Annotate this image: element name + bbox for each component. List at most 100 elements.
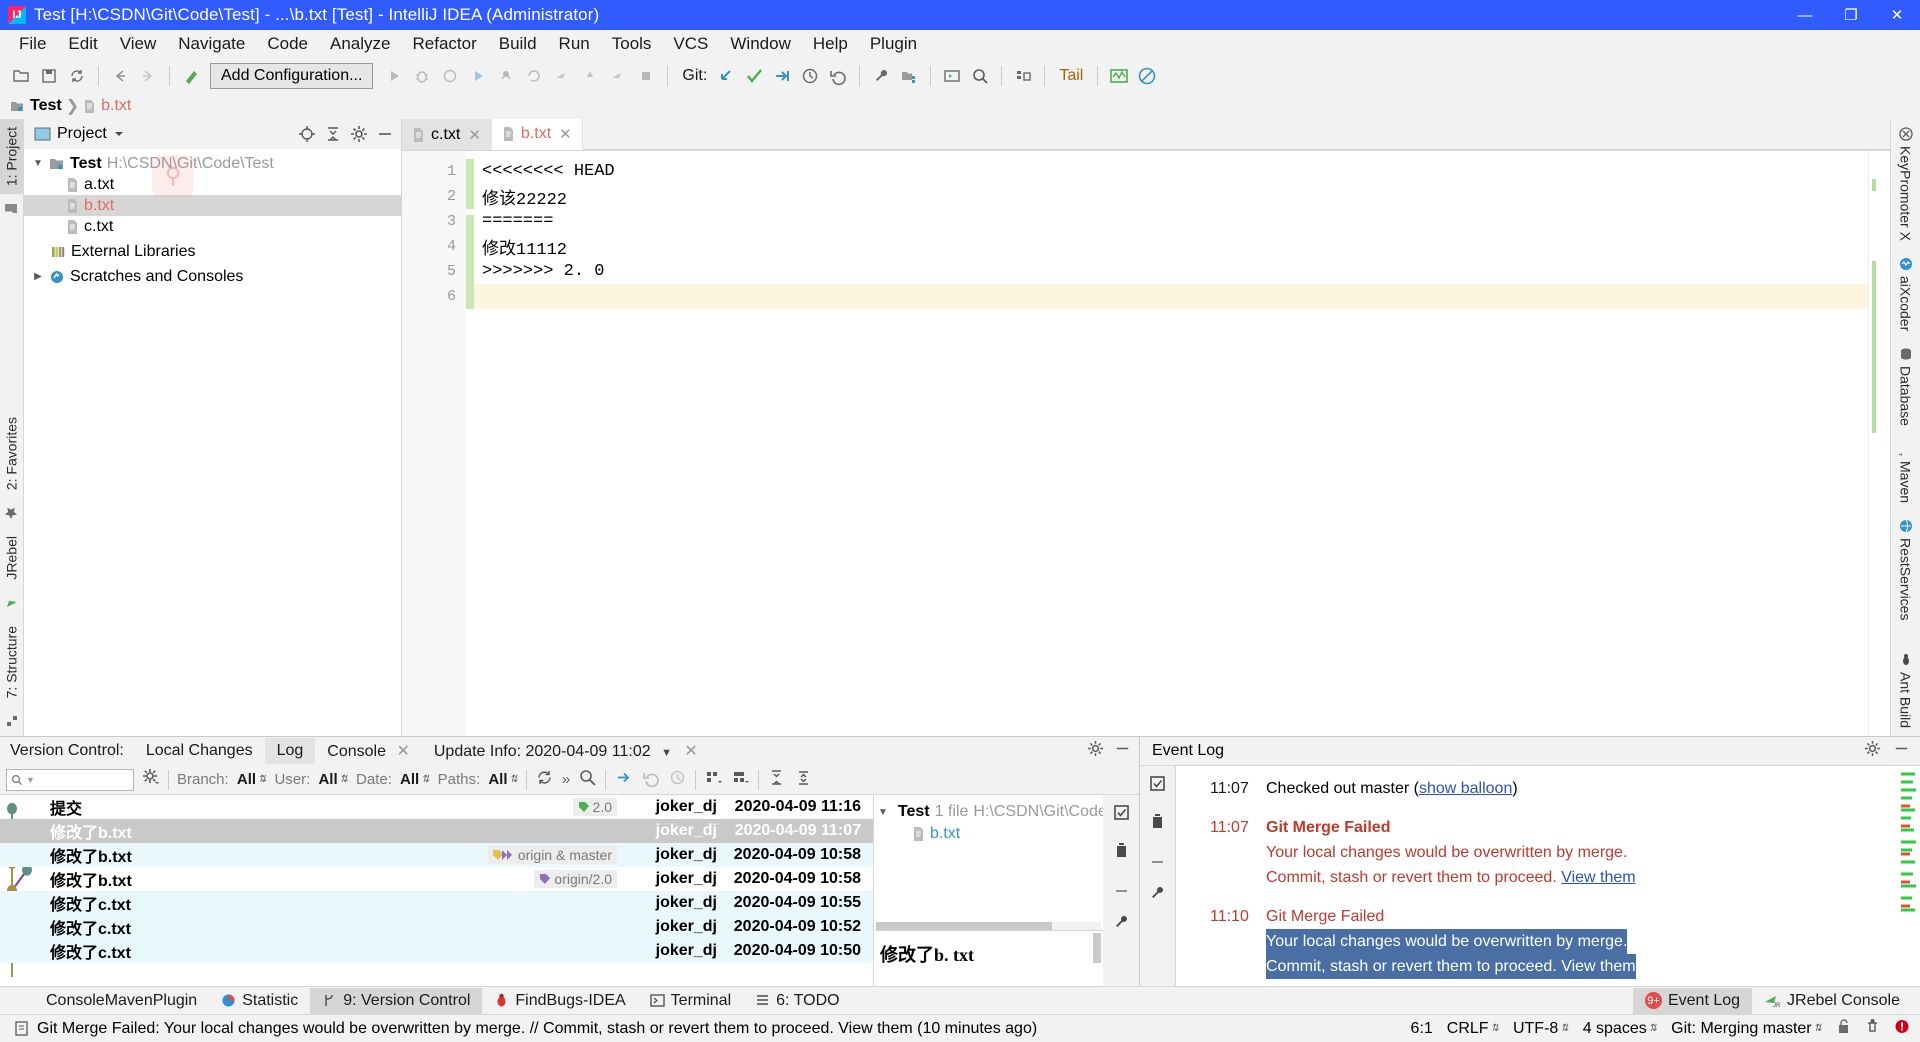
tool-button-consolemavenplugin[interactable]: ConsoleMavenPlugin bbox=[34, 988, 209, 1014]
project-structure-icon[interactable] bbox=[896, 63, 922, 89]
sync-icon[interactable] bbox=[64, 63, 90, 89]
close-icon[interactable]: ✕ bbox=[468, 126, 481, 144]
close-icon[interactable]: ✕ bbox=[684, 743, 697, 760]
commit-row[interactable]: 修改了b.txt origin/2.0 joker_dj 2020-04-09 … bbox=[0, 867, 873, 891]
status-line-separator[interactable]: CRLF ⇅ bbox=[1447, 1020, 1499, 1038]
menu-tools[interactable]: Tools bbox=[601, 31, 663, 57]
commit-row[interactable]: 修改了c.txt joker_dj 2020-04-09 10:52 bbox=[0, 915, 873, 939]
tail-button[interactable]: Tail bbox=[1059, 67, 1083, 85]
tool-button-version-control[interactable]: 9: Version Control bbox=[310, 987, 483, 1014]
settings-wrench-icon[interactable] bbox=[868, 63, 894, 89]
changed-file-row[interactable]: b.txt bbox=[878, 823, 1099, 845]
breadcrumb-project[interactable]: Test bbox=[10, 97, 62, 115]
lock-icon[interactable] bbox=[1836, 1018, 1851, 1040]
show-balloon-link[interactable]: show balloon bbox=[1419, 780, 1512, 797]
changed-files-root[interactable]: ▼ Test 1 file H:\CSDN\Git\Code\T bbox=[878, 801, 1103, 823]
log-filter-gear-icon[interactable] bbox=[142, 768, 160, 791]
commit-branch-chip[interactable]: origin & master bbox=[487, 846, 617, 864]
filter-date[interactable]: Date: All ⇅ bbox=[356, 771, 430, 788]
vc-settings-gear-icon[interactable] bbox=[1087, 740, 1104, 762]
tool-button-event-log[interactable]: 9+ Event Log bbox=[1632, 987, 1753, 1014]
commit-row[interactable]: 修改了b.txt origin & master joker_dj 2020-0… bbox=[0, 843, 873, 867]
tool-button-todo[interactable]: 6: TODO bbox=[743, 988, 851, 1014]
event-log-entries[interactable]: 11:07 Checked out master (show balloon) … bbox=[1176, 766, 1898, 986]
menu-view[interactable]: View bbox=[109, 31, 168, 57]
clear-all-icon[interactable] bbox=[1148, 812, 1167, 836]
sidebar-item-restservices[interactable]: RestServices bbox=[1891, 511, 1920, 628]
commit-row[interactable]: 修改了c.txt joker_dj 2020-04-09 10:55 bbox=[0, 891, 873, 915]
tree-node-a-txt[interactable]: a.txt bbox=[24, 174, 401, 195]
commit-row[interactable]: 修改了c.txt joker_dj 2020-04-09 10:50 bbox=[0, 939, 873, 963]
locate-target-icon[interactable] bbox=[297, 124, 317, 144]
notification-icon[interactable] bbox=[14, 1020, 29, 1037]
event-log-gear-icon[interactable] bbox=[1864, 740, 1881, 762]
commit-tag-chip[interactable]: 2.0 bbox=[572, 798, 617, 816]
tree-node-test-root[interactable]: ▼ Test H:\CSDN\Git\Code\Test bbox=[24, 153, 401, 174]
expand-all-icon[interactable] bbox=[767, 768, 786, 792]
settings-wrench-icon[interactable] bbox=[1112, 913, 1131, 937]
sidebar-item-keypromoter[interactable]: KeyPromoter X bbox=[1891, 119, 1920, 249]
tool-button-jrebel-console[interactable]: JR JRebel Console bbox=[1752, 988, 1912, 1014]
event-log-marker-gutter[interactable] bbox=[1898, 766, 1920, 986]
menu-window[interactable]: Window bbox=[719, 31, 801, 57]
editor-marker-gutter[interactable] bbox=[1868, 151, 1890, 736]
menu-file[interactable]: File bbox=[8, 31, 57, 57]
change-marker[interactable] bbox=[466, 159, 474, 209]
collapse-all-icon[interactable] bbox=[323, 124, 343, 144]
menu-build[interactable]: Build bbox=[488, 31, 548, 57]
commit-remote-chip[interactable]: origin/2.0 bbox=[534, 870, 617, 888]
sidebar-item-favorites[interactable]: 2: Favorites bbox=[0, 409, 23, 498]
sidebar-item-structure[interactable]: 7: Structure bbox=[0, 618, 23, 706]
sidebar-item-antbuild[interactable]: Ant Build bbox=[1891, 645, 1920, 736]
tool-button-findbugs[interactable]: FindBugs-IDEA bbox=[482, 988, 637, 1014]
delete-icon[interactable] bbox=[1112, 841, 1131, 865]
change-marker[interactable] bbox=[466, 215, 474, 309]
terminal-icon[interactable] bbox=[939, 63, 965, 89]
commit-list[interactable]: 提交 2.0 joker_dj 2020-04-09 11:16 修改了b.tx… bbox=[0, 795, 873, 986]
changed-files-tree[interactable]: ▼ Test 1 file H:\CSDN\Git\Code\T b.txt bbox=[874, 795, 1103, 922]
menu-vcs[interactable]: VCS bbox=[662, 31, 719, 57]
sidebar-item-database[interactable]: Database bbox=[1891, 339, 1920, 434]
open-folder-icon[interactable] bbox=[8, 63, 34, 89]
sidebar-item-jrebel[interactable]: JRebel bbox=[0, 528, 23, 588]
tab-log[interactable]: Log bbox=[264, 738, 316, 764]
menu-run[interactable]: Run bbox=[548, 31, 601, 57]
back-arrow-icon[interactable] bbox=[107, 63, 133, 89]
filter-user[interactable]: User: All ⇅ bbox=[274, 771, 348, 788]
group-by-directory-icon[interactable] bbox=[704, 768, 723, 792]
add-configuration-button[interactable]: Add Configuration... bbox=[210, 62, 374, 89]
expand-group-icon[interactable] bbox=[1112, 803, 1131, 827]
event-log-hide-icon[interactable] bbox=[1893, 740, 1910, 762]
deploy-icon[interactable] bbox=[1010, 63, 1036, 89]
event-log-entry[interactable]: 11:10 Git Merge Failed Your local change… bbox=[1176, 904, 1898, 979]
sidebar-item-project[interactable]: 1: Project bbox=[0, 119, 23, 195]
menu-edit[interactable]: Edit bbox=[57, 31, 108, 57]
menu-refactor[interactable]: Refactor bbox=[401, 31, 487, 57]
git-push-icon[interactable] bbox=[769, 63, 795, 89]
tool-button-terminal[interactable]: Terminal bbox=[638, 988, 743, 1014]
git-history-icon[interactable] bbox=[797, 63, 823, 89]
tool-button-statistic[interactable]: Statistic bbox=[209, 988, 310, 1014]
minimize-button[interactable]: — bbox=[1782, 0, 1828, 30]
git-update-icon[interactable] bbox=[713, 63, 739, 89]
forward-arrow-icon[interactable] bbox=[135, 63, 161, 89]
pane-settings-gear-icon[interactable] bbox=[349, 124, 369, 144]
chevron-right-icon[interactable]: ▶ bbox=[32, 271, 44, 283]
vc-hide-icon[interactable] bbox=[1114, 740, 1131, 762]
chevron-down-icon[interactable]: ▼ bbox=[32, 158, 44, 170]
view-them-link[interactable]: View them bbox=[1561, 869, 1635, 886]
close-icon[interactable]: ✕ bbox=[396, 743, 409, 760]
status-indent[interactable]: 4 spaces ⇅ bbox=[1583, 1020, 1657, 1038]
status-caret-position[interactable]: 6:1 bbox=[1411, 1020, 1433, 1038]
details-update-icon[interactable] bbox=[614, 768, 633, 792]
commit-message-panel[interactable]: 修改了b. txt bbox=[874, 930, 1103, 986]
chevron-down-icon[interactable] bbox=[113, 128, 125, 140]
inspection-marker[interactable] bbox=[1872, 179, 1876, 191]
tree-node-scratches[interactable]: ▶ Scratches and Consoles bbox=[24, 266, 401, 287]
menu-code[interactable]: Code bbox=[256, 31, 319, 57]
commit-row[interactable]: 修改了b.txt joker_dj 2020-04-09 11:07 bbox=[0, 819, 873, 843]
filter-branch[interactable]: Branch: All ⇅ bbox=[177, 771, 266, 788]
chevron-down-icon[interactable]: ▼ bbox=[661, 747, 672, 759]
tab-console[interactable]: Console ✕ bbox=[315, 737, 422, 765]
menu-analyze[interactable]: Analyze bbox=[319, 31, 401, 57]
